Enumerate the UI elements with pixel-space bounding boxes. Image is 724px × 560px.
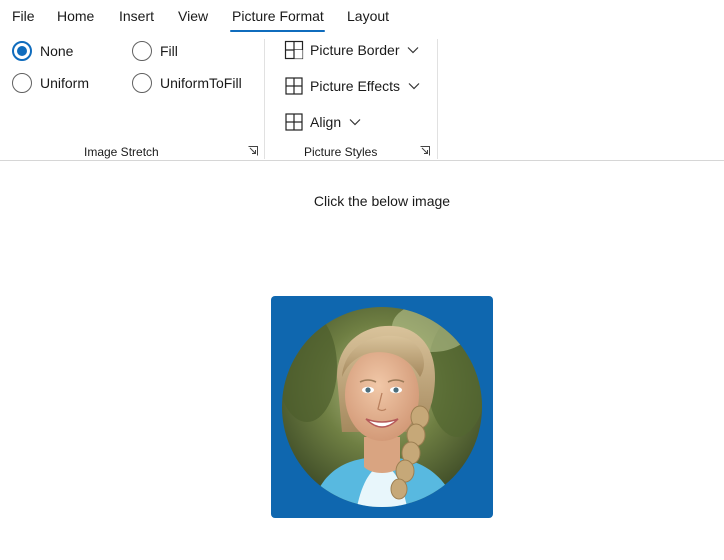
radio-uniform-to-fill[interactable]: UniformToFill bbox=[132, 73, 242, 93]
picture-effects-label: Picture Effects bbox=[310, 78, 401, 94]
ribbon-tab-bar: File Home Insert View Picture Format Lay… bbox=[0, 0, 724, 34]
ribbon: None Fill Uniform UniformToFill Image St… bbox=[0, 34, 724, 160]
ribbon-bottom-border bbox=[0, 160, 724, 161]
dialog-launcher-icon[interactable] bbox=[248, 146, 258, 156]
picture-frame[interactable] bbox=[271, 296, 493, 518]
align-icon bbox=[285, 113, 303, 131]
radio-uniform[interactable]: Uniform bbox=[12, 73, 89, 93]
picture-border-button[interactable]: Picture Border bbox=[284, 38, 419, 62]
picture-border-label: Picture Border bbox=[310, 42, 400, 58]
tab-view[interactable]: View bbox=[178, 8, 208, 24]
radio-fill[interactable]: Fill bbox=[132, 41, 178, 61]
group-separator bbox=[264, 39, 265, 159]
group-label-image-stretch: Image Stretch bbox=[84, 145, 159, 159]
picture-effects-button[interactable]: Picture Effects bbox=[284, 74, 420, 98]
radio-uniform-label: Uniform bbox=[40, 75, 90, 91]
tab-home[interactable]: Home bbox=[57, 8, 94, 24]
dialog-launcher-icon[interactable] bbox=[420, 146, 430, 156]
radio-fill-label: Fill bbox=[160, 43, 178, 59]
picture-border-icon bbox=[284, 40, 304, 60]
radio-fill-indicator[interactable] bbox=[132, 41, 152, 61]
tab-insert[interactable]: Insert bbox=[119, 8, 154, 24]
instruction-text: Click the below image bbox=[313, 193, 451, 209]
picture-effects-icon bbox=[285, 77, 303, 95]
radio-none[interactable]: None bbox=[12, 41, 73, 61]
radio-uniform-to-fill-indicator[interactable] bbox=[132, 73, 152, 93]
radio-uniform-to-fill-label: UniformToFill bbox=[160, 75, 242, 91]
tab-picture-format[interactable]: Picture Format bbox=[232, 8, 324, 24]
selected-tab-indicator bbox=[230, 30, 325, 32]
chevron-down-icon bbox=[408, 83, 420, 90]
radio-none-indicator[interactable] bbox=[12, 41, 32, 61]
align-label: Align bbox=[310, 114, 342, 130]
portrait-image[interactable] bbox=[282, 307, 482, 507]
radio-uniform-indicator[interactable] bbox=[12, 73, 32, 93]
radio-none-label: None bbox=[40, 43, 74, 59]
group-separator bbox=[437, 39, 438, 159]
align-button[interactable]: Align bbox=[284, 110, 361, 134]
chevron-down-icon bbox=[408, 47, 419, 54]
portrait-photo-graphic bbox=[282, 307, 482, 507]
tab-file[interactable]: File bbox=[12, 8, 35, 24]
tab-layout[interactable]: Layout bbox=[347, 8, 389, 24]
chevron-down-icon bbox=[349, 119, 361, 126]
app-window: File Home Insert View Picture Format Lay… bbox=[0, 0, 724, 560]
group-label-picture-styles: Picture Styles bbox=[304, 145, 378, 159]
